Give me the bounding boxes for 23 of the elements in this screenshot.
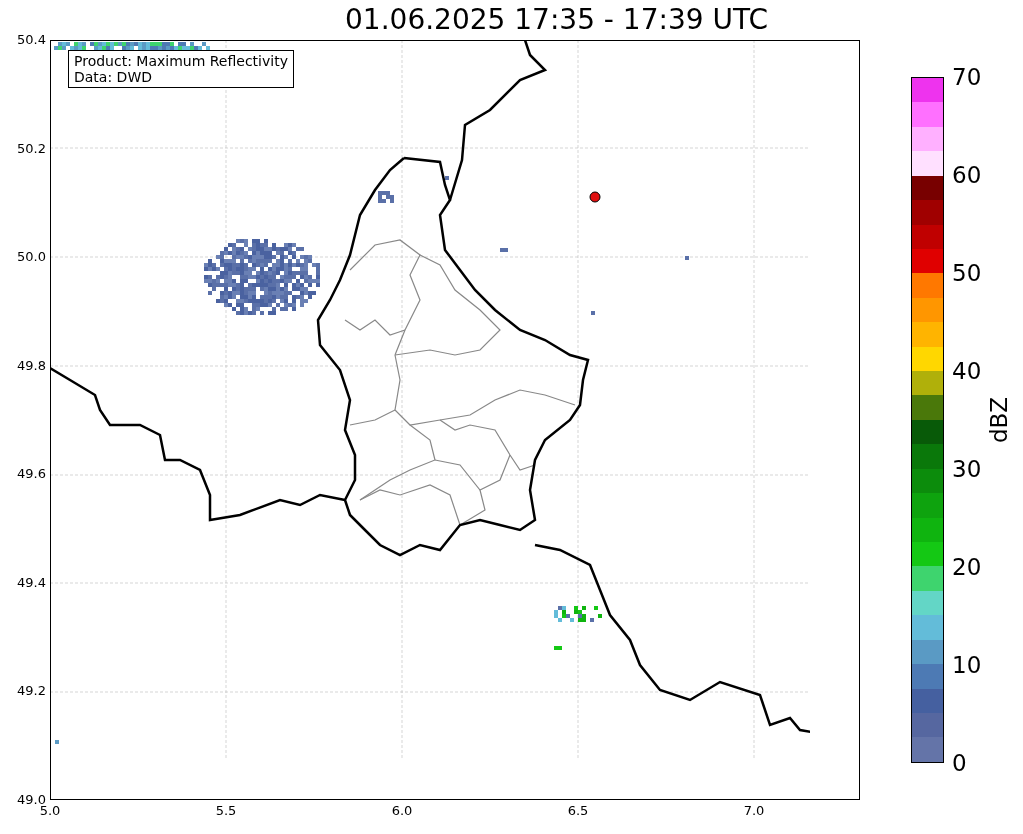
- x-tick-label: 5.5: [214, 803, 238, 819]
- colorbar-tick-label: 30: [952, 457, 982, 481]
- y-tick-label: 49.2: [17, 683, 46, 700]
- legend-text: Data: DWD: [74, 69, 153, 85]
- colorbar-tick-label: 60: [952, 163, 982, 187]
- y-tick-label: 50.2: [17, 140, 46, 157]
- x-tick-label: 6.0: [390, 803, 414, 819]
- colorbar-tick-label: 0: [952, 751, 968, 775]
- x-tick-label: 6.5: [566, 803, 590, 819]
- y-tick-label: 50.0: [17, 249, 46, 266]
- chart-title: 01.06.2025 17:35 - 17:39 UTC: [345, 4, 768, 36]
- colorbar-tick-label: 40: [952, 359, 982, 383]
- colorbar-tick-label: 50: [952, 261, 982, 285]
- colorbar-tick-label: 20: [952, 555, 982, 579]
- colorbar-label: dBZ: [986, 396, 1013, 444]
- colorbar-tick-label: 70: [952, 65, 982, 89]
- y-tick-label: 49.8: [17, 357, 46, 374]
- colorbar-tick-label: 10: [952, 653, 982, 677]
- x-tick-label: 7.0: [742, 803, 766, 819]
- legend-text: Product: Maximum Reflectivity: [74, 53, 288, 69]
- y-tick-label: 49.6: [17, 466, 46, 483]
- y-tick-label: 50.4: [17, 32, 46, 48]
- y-tick-label: 49.4: [17, 574, 46, 591]
